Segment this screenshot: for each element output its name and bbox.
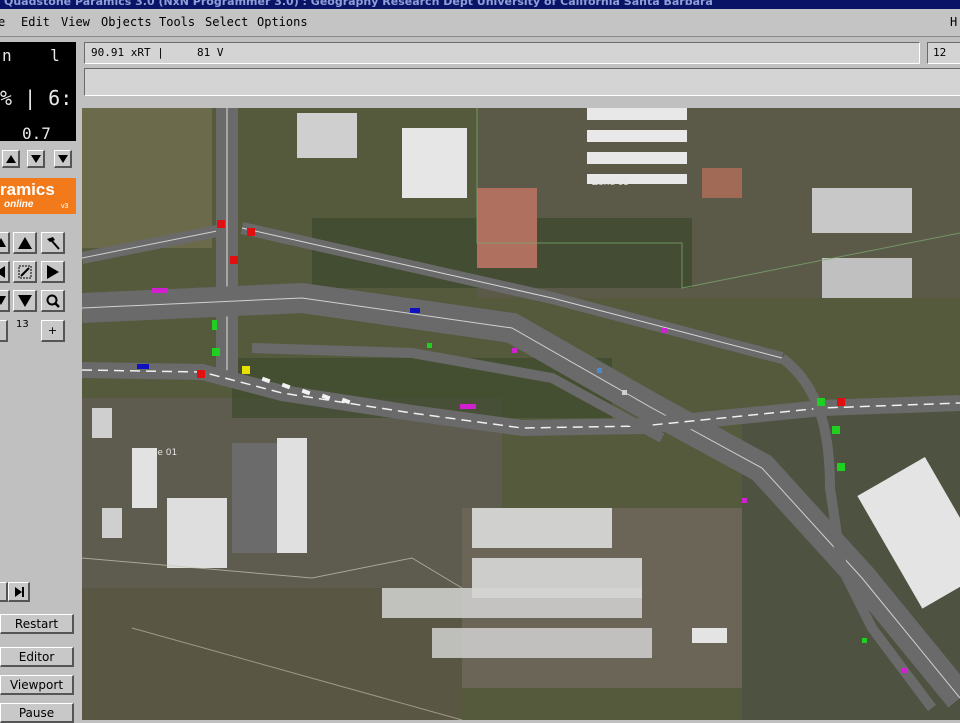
map-viewport[interactable]: Zone 05 Zone 01 — [82, 108, 960, 720]
logo-version: v3 — [61, 203, 69, 210]
plus-label: + — [47, 324, 58, 337]
pick-tool-button[interactable] — [41, 232, 65, 254]
zone-label: Zone 01 — [140, 448, 178, 458]
nav-left-down-button[interactable] — [0, 290, 10, 312]
menu-bar: e Edit View Objects Tools Select Options… — [0, 9, 960, 37]
step-down-button[interactable] — [0, 320, 8, 342]
count-readout: 12 — [927, 42, 960, 64]
clock-ratio: 0.7 — [22, 124, 51, 143]
title-bar: Quadstone Paramics 3.0 (NxN Programmer 3… — [0, 0, 960, 9]
rotate-down-button[interactable] — [27, 150, 45, 168]
hammer-icon — [46, 236, 60, 250]
menu-edit[interactable]: Edit — [21, 15, 50, 29]
message-bar — [84, 68, 960, 96]
stop-button[interactable] — [0, 582, 8, 602]
status-toolbar: 90.91 xRT | 81 V 12 — [82, 40, 960, 106]
triangle-up-icon — [5, 154, 16, 163]
menu-tools[interactable]: Tools — [159, 15, 195, 29]
window-title: Quadstone Paramics 3.0 (NxN Programmer 3… — [4, 0, 713, 8]
pan-up-button[interactable] — [13, 232, 37, 254]
triangle-down-icon — [57, 154, 68, 163]
menu-select[interactable]: Select — [205, 15, 248, 29]
arrow-left-icon — [0, 265, 5, 278]
paramics-logo: ramics online v3 — [0, 178, 76, 214]
restart-button[interactable]: Restart — [0, 614, 74, 634]
nav-left-up-button[interactable] — [0, 232, 10, 254]
pan-down-button[interactable] — [13, 290, 37, 312]
viewport-button[interactable]: Viewport — [0, 675, 74, 695]
step-value: 13 — [16, 319, 29, 330]
play-step-icon — [14, 586, 24, 597]
play-button[interactable] — [8, 582, 30, 602]
aerial-map — [82, 108, 960, 720]
speed-readout: 90.91 xRT | 81 V — [84, 42, 920, 64]
nav-left-button[interactable] — [0, 261, 10, 283]
arrow-up-icon — [17, 236, 32, 249]
arrow-right-icon — [46, 264, 59, 279]
triangle-down-icon — [30, 154, 41, 163]
triangle-up-icon — [0, 238, 6, 247]
menu-view[interactable]: View — [61, 15, 90, 29]
rotate-up-button[interactable] — [2, 150, 20, 168]
menu-objects[interactable]: Objects — [101, 15, 152, 29]
zoom-button[interactable] — [41, 290, 65, 312]
clock-line-1: n l — [2, 46, 60, 65]
pan-right-button[interactable] — [41, 261, 65, 283]
menu-file[interactable]: e — [0, 15, 5, 29]
step-up-button[interactable]: + — [41, 320, 65, 342]
zone-label: Zone 05 — [592, 178, 630, 188]
arrow-down-icon — [17, 294, 32, 307]
speed-down-button[interactable] — [54, 150, 72, 168]
logo-name: ramics — [0, 180, 55, 199]
zoom-fit-icon — [18, 265, 31, 278]
zoom-fit-button[interactable] — [13, 261, 37, 283]
magnifier-icon — [46, 294, 60, 308]
editor-button[interactable]: Editor — [0, 647, 74, 667]
triangle-down-icon — [0, 296, 6, 305]
menu-options[interactable]: Options — [257, 15, 308, 29]
menu-help[interactable]: H — [950, 15, 957, 29]
pause-button[interactable]: Pause — [0, 703, 74, 723]
simulation-clock: n l % | 6: 27 0.7 — [0, 42, 108, 143]
control-panel: n l % | 6: 27 0.7 ramics online v3 13 + … — [0, 37, 108, 723]
logo-sub: online — [4, 199, 34, 210]
